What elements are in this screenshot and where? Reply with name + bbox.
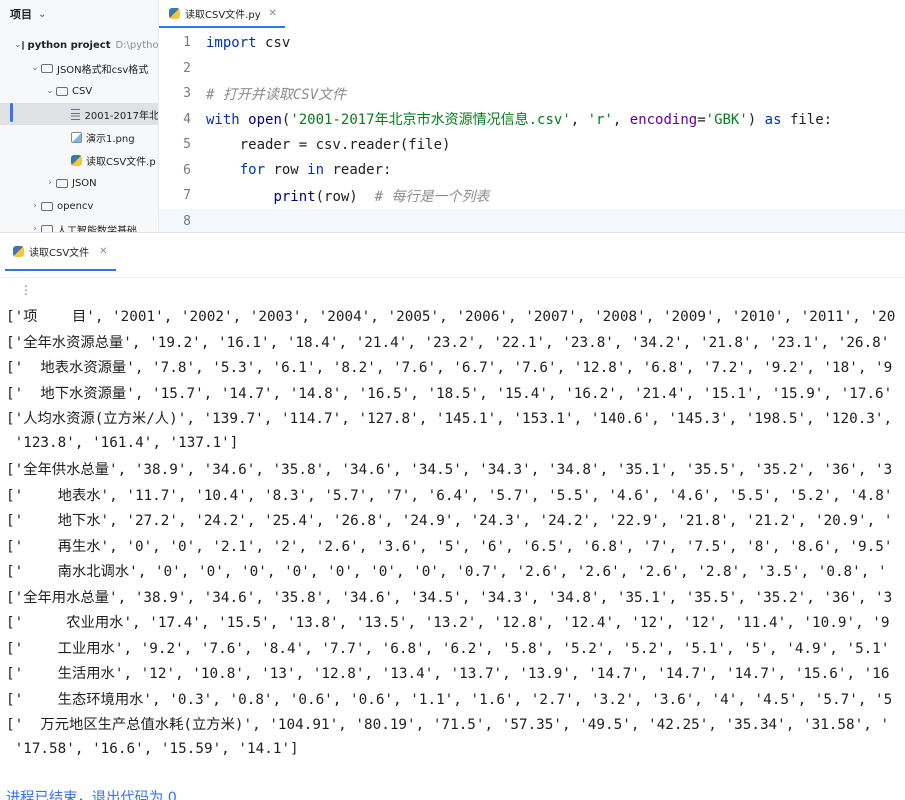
console-line: [' 生活用水', '12', '10.8', '13', '12.8', '1… (6, 666, 890, 683)
code-line: 3 # 打开并读取CSV文件 (159, 81, 905, 107)
tree-item-path: D:\python (115, 39, 159, 51)
code-line: 8 (159, 208, 905, 234)
tree-item[interactable]: ⌄ python project D:\python (0, 34, 159, 56)
folder-icon (41, 201, 53, 211)
code-editor: 读取CSV文件.py ✕ 1 import csv 2 3 # 打开并读取CSV文件 4 w… (159, 0, 905, 234)
console-line: ['全年用水总量', '38.9', '34.6', '35.8', '34.6… (6, 589, 893, 606)
chevron-right-icon[interactable]: › (29, 201, 41, 211)
line-number: 7 (183, 188, 191, 204)
line-number: 1 (183, 35, 191, 51)
folder-icon (56, 178, 68, 188)
tree-item-label: CSV (72, 85, 93, 97)
close-icon[interactable]: ✕ (99, 246, 107, 257)
python-file-icon (13, 245, 24, 257)
console-line: [' 万元地区生产总值水耗(立方米)', '104.91', '80.19', … (6, 717, 890, 734)
python-file-icon (169, 7, 180, 19)
console-line: [' 工业用水', '9.2', '7.6', '8.4', '7.7', '6… (6, 640, 890, 657)
tree-item-label: 人工智能数学基础 (57, 225, 137, 233)
project-panel-header[interactable]: 项目 ⌄ (0, 0, 158, 28)
chevron-down-icon[interactable]: ⌄ (29, 63, 41, 73)
selection-indicator (10, 103, 13, 122)
console-line: [' 地下水', '27.2', '24.2', '25.4', '26.8',… (6, 513, 893, 530)
console-line: [' 农业用水', '17.4', '15.5', '13.8', '13.5'… (6, 615, 890, 632)
tree-item[interactable]: 读取CSV文件.p (0, 149, 158, 171)
code-line: 6 for row in reader: (159, 158, 905, 184)
console-line: ['项 目', '2001', '2002', '2003', '2004', … (6, 309, 896, 326)
folder-icon (21, 40, 24, 50)
console-line: [' 地下水资源量', '15.7', '14.7', '14.8', '16.… (6, 385, 893, 402)
code-text: for row in reader: (239, 162, 392, 179)
chevron-right-icon[interactable]: › (29, 224, 41, 232)
console-line: ['全年供水总量', '38.9', '34.6', '35.8', '34.6… (6, 462, 893, 479)
code-text: print(row) # 每行是一个列表 (273, 188, 490, 205)
editor-tab-bar: 读取CSV文件.py ✕ (159, 0, 905, 28)
tree-item[interactable]: › opencv (0, 195, 158, 217)
tree-item[interactable]: › 人工智能数学基础 (0, 218, 158, 233)
tree-item-label: python project (27, 39, 111, 51)
code-line: 7 print(row) # 每行是一个列表 (159, 183, 905, 209)
code-line: 1 import csv (159, 30, 905, 56)
line-number: 4 (183, 111, 191, 127)
line-number: 8 (183, 213, 191, 229)
png-file-icon (71, 131, 82, 143)
console-line: [' 再生水', '0', '0', '2.1', '2', '2.6', '3… (6, 538, 893, 555)
console-line: '123.8', '161.4', '137.1'] (6, 435, 239, 452)
console-line: ['全年水资源总量', '19.2', '16.1', '18.4', '21.… (6, 334, 890, 351)
console-line: [' 地表水资源量', '7.8', '5.3', '6.1', '8.2', … (6, 360, 893, 377)
chevron-right-icon[interactable]: › (44, 178, 56, 188)
code-text: # 打开并读取CSV文件 (206, 86, 347, 103)
line-number: 6 (183, 162, 191, 178)
tree-item-label: JSON (72, 177, 97, 189)
exit-message: 进程已结束，退出代码为 0 (6, 790, 177, 800)
tree-item-label: JSON格式和csv格式 (57, 64, 149, 76)
tree-item[interactable]: ⌄ CSV (0, 80, 158, 102)
line-number: 5 (183, 137, 191, 153)
tree-item-label: 2001-2017年北 (84, 110, 159, 122)
code-text: reader = csv.reader(file) (206, 136, 451, 153)
folder-icon (41, 224, 53, 232)
project-panel: 项目 ⌄ ⌄python projectD:\python⌄JSON格式和csv… (0, 0, 159, 232)
editor-tab-label: 读取CSV文件.py (185, 9, 261, 21)
top-area: 项目 ⌄ ⌄python projectD:\python⌄JSON格式和csv… (0, 0, 905, 234)
tree-item[interactable]: 2001-2017年北 (0, 103, 159, 125)
code-text: with open('2001-2017年北京市水资源情况信息.csv', 'r… (206, 112, 833, 129)
folder-icon (56, 86, 68, 96)
run-tab[interactable]: 读取CSV文件 ✕ (5, 233, 116, 271)
tree-item[interactable]: › JSON (0, 172, 158, 194)
code-line: 5 reader = csv.reader(file) (159, 132, 905, 158)
chevron-down-icon[interactable]: ⌄ (14, 40, 22, 50)
more-options-icon[interactable]: ⋮ (20, 283, 32, 297)
code-text: import csv (206, 34, 291, 51)
line-number: 3 (183, 86, 191, 102)
run-toolbar: ⋮ (0, 277, 905, 303)
tree-item-label: opencv (57, 200, 94, 212)
run-tab-bar: 读取CSV文件 ✕ (0, 233, 905, 271)
chevron-down-icon[interactable]: ⌄ (38, 9, 46, 20)
project-panel-title: 项目 (10, 8, 32, 21)
console-line: [' 地表水', '11.7', '10.4', '8.3', '5.7', '… (6, 487, 893, 504)
folder-icon (41, 63, 53, 73)
editor-tab[interactable]: 读取CSV文件.py ✕ (159, 0, 286, 28)
csv-file-icon (70, 108, 81, 120)
tree-item-label: 演示1.png (86, 133, 135, 145)
run-panel: 读取CSV文件 ✕ ⋮ ['项 目', '2001', '2002', '200… (0, 232, 905, 800)
tree-item[interactable]: 演示1.png (0, 126, 158, 148)
code-line: 2 (159, 56, 905, 82)
tree-item-label: 读取CSV文件.p (86, 156, 156, 168)
tree-item[interactable]: ⌄ JSON格式和csv格式 (0, 57, 158, 79)
console-line: [' 南水北调水', '0', '0', '0', '0', '0', '0',… (6, 564, 887, 581)
code-line: 4 with open('2001-2017年北京市水资源情况信息.csv', '… (159, 107, 905, 133)
run-tab-label: 读取CSV文件 (29, 247, 90, 259)
close-icon[interactable]: ✕ (269, 8, 277, 19)
console-line: ['人均水资源(立方米/人)', '139.7', '114.7', '127.… (6, 411, 893, 428)
line-number: 2 (183, 60, 191, 76)
console-line: '17.58', '16.6', '15.59', '14.1'] (6, 741, 299, 758)
python-file-icon (71, 154, 82, 166)
console-line: [' 生态环境用水', '0.3', '0.8', '0.6', '0.6', … (6, 691, 893, 708)
chevron-down-icon[interactable]: ⌄ (44, 86, 56, 96)
